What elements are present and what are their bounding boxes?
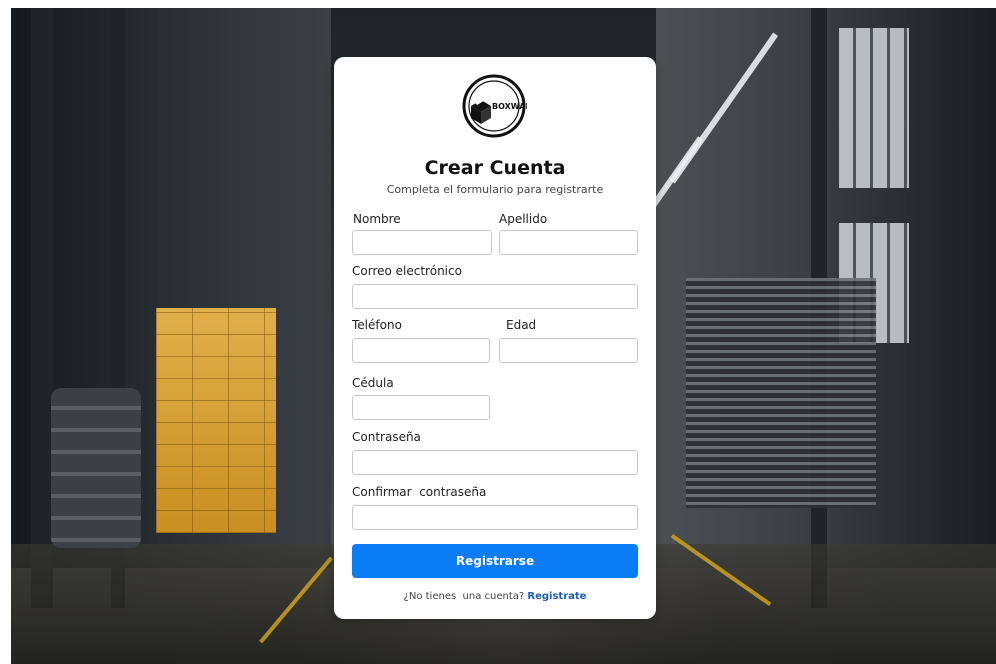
- logo-text: BOXWARE: [492, 102, 527, 111]
- contrasena-label: Contraseña: [352, 430, 421, 444]
- background-tires: [51, 388, 141, 548]
- apellido-label: Apellido: [499, 212, 548, 226]
- password-field[interactable]: [352, 450, 638, 475]
- telefono-field[interactable]: [352, 338, 490, 363]
- box-logo-icon: BOXWARE: [462, 74, 527, 138]
- footer-text: ¿No tienes una cuenta? Registrate: [334, 591, 656, 602]
- background-pillar: [31, 8, 53, 608]
- edad-label: Edad: [506, 318, 537, 332]
- page-title: Crear Cuenta: [424, 157, 566, 179]
- confirm-password-field[interactable]: [352, 505, 638, 530]
- cedula-label: Cédula: [352, 376, 394, 390]
- cedula-field[interactable]: [352, 395, 490, 420]
- background-window: [839, 28, 909, 188]
- telefono-label: Teléfono: [352, 318, 402, 332]
- background-boxes: [156, 308, 276, 533]
- edad-field[interactable]: [499, 338, 638, 363]
- footer-question: ¿No tienes una cuenta?: [403, 591, 528, 602]
- confirmar-label: Confirmar contraseña: [352, 485, 487, 499]
- background-cages: [686, 278, 876, 508]
- email-field[interactable]: [352, 284, 638, 309]
- register-link[interactable]: Registrate: [527, 591, 586, 602]
- apellido-field[interactable]: [499, 230, 638, 255]
- nombre-field[interactable]: [352, 230, 492, 255]
- page-subtitle: Completa el formulario para registrarte: [386, 183, 604, 196]
- nombre-label: Nombre: [353, 212, 401, 226]
- register-button[interactable]: Registrarse: [352, 544, 638, 578]
- correo-label: Correo electrónico: [352, 264, 462, 278]
- register-card: BOXWARE Crear Cuenta Completa el formula…: [334, 57, 656, 619]
